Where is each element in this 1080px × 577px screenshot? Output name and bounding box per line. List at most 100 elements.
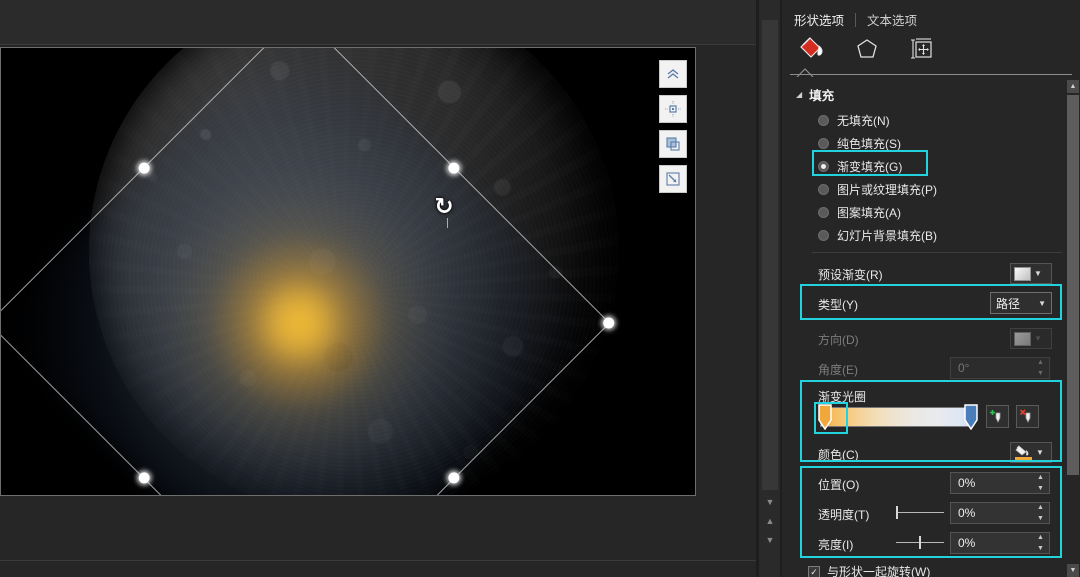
rotate-with-shape-row[interactable]: ✓ 与形状一起旋转(W) — [808, 563, 930, 577]
gradient-brightness-slider[interactable] — [896, 536, 944, 550]
radio-picture-texture-fill[interactable]: 图片或纹理填充(P) — [818, 181, 937, 198]
preset-gradient-label: 预设渐变(R) — [818, 268, 883, 282]
gradient-brightness-input[interactable]: 0% ▲ ▼ — [950, 532, 1050, 554]
slide-scroll-down-arrow[interactable]: ▼ — [762, 494, 778, 511]
rotation-handle-stem — [447, 218, 448, 228]
gradient-brightness-label: 亮度(I) — [818, 538, 854, 552]
radio-slide-background-fill[interactable]: 幻灯片背景填充(B) — [818, 227, 937, 244]
gradient-brightness-row: 亮度(I) 0% ▲ ▼ — [782, 532, 1080, 556]
pane-scroll-down-button[interactable]: ▼ — [1067, 564, 1079, 577]
remove-gradient-stop-button[interactable] — [1016, 405, 1039, 428]
gradient-angle-input: 0° ▲ ▼ — [950, 357, 1050, 379]
tab-shape-options[interactable]: 形状选项 — [792, 8, 846, 31]
fill-section-title: 填充 — [809, 89, 835, 103]
resize-icon[interactable] — [659, 165, 687, 193]
chevron-down-icon: ▼ — [1038, 298, 1046, 308]
radio-pattern-fill-label: 图案填充(A) — [837, 206, 901, 220]
pane-scrollbar-thumb[interactable] — [1067, 95, 1079, 475]
rotation-handle-icon[interactable]: ↻ — [431, 193, 457, 219]
resize-handle-ne[interactable] — [600, 315, 617, 331]
radio-pattern-fill[interactable]: 图案填充(A) — [818, 204, 901, 221]
effects-icon[interactable] — [852, 34, 882, 64]
radio-slide-background-fill-dot[interactable] — [818, 230, 829, 241]
radio-picture-texture-fill-dot[interactable] — [818, 184, 829, 195]
gradient-stop-0[interactable] — [818, 404, 833, 431]
pane-scroll-up-button[interactable]: ▲ — [1067, 80, 1079, 93]
pane-scrollbar[interactable]: ▲ ▼ — [1066, 80, 1080, 577]
layout-options-icon[interactable] — [659, 95, 687, 123]
resize-handle-s[interactable] — [136, 470, 152, 486]
gradient-type-row: 类型(Y) 路径 ▼ — [782, 292, 1080, 316]
gradient-color-picker[interactable]: ▼ — [1010, 442, 1052, 463]
gradient-type-dropdown[interactable]: 路径 ▼ — [990, 292, 1052, 314]
gradient-direction-label: 方向(D) — [818, 333, 859, 347]
fill-line-icon[interactable] — [796, 34, 826, 64]
collapse-triangle-icon: ◢ — [796, 90, 803, 99]
gradient-transparency-slider[interactable] — [896, 506, 944, 520]
slide-scrollbar-thumb[interactable] — [762, 20, 778, 490]
fill-section-header[interactable]: ◢ 填充 — [796, 85, 834, 104]
tab-text-options[interactable]: 文本选项 — [865, 8, 919, 31]
radio-solid-fill-label: 纯色填充(S) — [837, 137, 901, 151]
preset-gradient-dropdown[interactable]: ▼ — [1010, 263, 1052, 284]
slide-next-button[interactable]: ▼ — [762, 532, 778, 549]
gradient-brightness-value: 0% — [958, 536, 976, 550]
slider-track — [896, 512, 944, 513]
radio-solid-fill[interactable]: 纯色填充(S) — [818, 135, 901, 152]
gradient-stops-bar[interactable] — [818, 404, 978, 431]
gradient-color-row: 颜色(C) ▼ — [782, 442, 1080, 466]
preset-gradient-swatch — [1014, 266, 1031, 281]
format-shape-pane: 形状选项 文本选项 ◢ 填充 无填充(N) 纯色填充(S) 渐变填充(G) 图片… — [782, 0, 1080, 577]
gradient-direction-row: 方向(D) ▼ — [782, 327, 1080, 351]
radio-no-fill-dot[interactable] — [818, 115, 829, 126]
gradient-transparency-value: 0% — [958, 506, 976, 520]
gradient-transparency-label: 透明度(T) — [818, 508, 870, 522]
slider-thumb[interactable] — [919, 536, 921, 549]
gradient-position-stepper[interactable]: ▲ ▼ — [1034, 474, 1047, 492]
radio-solid-fill-dot[interactable] — [818, 138, 829, 149]
gradient-color-label: 颜色(C) — [818, 448, 859, 462]
design-ideas-icon[interactable] — [659, 60, 687, 88]
gradient-stop-1[interactable] — [964, 404, 979, 431]
workspace-top-strip — [0, 0, 756, 45]
rotate-with-shape-checkbox[interactable]: ✓ — [808, 565, 820, 577]
gradient-type-label: 类型(Y) — [818, 298, 858, 312]
gradient-position-value: 0% — [958, 476, 976, 490]
slide-floating-toolbar — [659, 60, 687, 200]
powerpoint-window: ↻ ▼ ▲ ▼ 形状选项 文本选项 ◢ 填充 无填充(N) 纯色填充(S) 渐变… — [0, 0, 1080, 577]
fill-bucket-icon — [1014, 444, 1034, 461]
radio-pattern-fill-dot[interactable] — [818, 207, 829, 218]
pane-icon-underline — [790, 74, 1072, 75]
slide-scrollbar[interactable]: ▼ ▲ ▼ — [758, 0, 780, 577]
gradient-transparency-input[interactable]: 0% ▲ ▼ — [950, 502, 1050, 524]
radio-gradient-fill-dot[interactable] — [818, 161, 829, 172]
slider-thumb[interactable] — [896, 506, 898, 519]
arrange-icon[interactable] — [659, 130, 687, 158]
gradient-angle-value: 0° — [958, 361, 970, 375]
radio-no-fill[interactable]: 无填充(N) — [818, 112, 890, 129]
gradient-transparency-stepper[interactable]: ▲ ▼ — [1034, 504, 1047, 522]
gradient-direction-swatch — [1014, 331, 1031, 346]
chevron-down-icon: ▼ — [1034, 334, 1042, 343]
gradient-brightness-stepper[interactable]: ▲ ▼ — [1034, 534, 1047, 552]
radio-no-fill-label: 无填充(N) — [837, 114, 890, 128]
radio-gradient-fill-label: 渐变填充(G) — [837, 160, 903, 174]
workspace-bottom-rule — [0, 560, 756, 561]
chevron-down-icon: ▼ — [1036, 448, 1044, 457]
slide-previous-button[interactable]: ▲ — [762, 513, 778, 530]
radio-gradient-fill[interactable]: 渐变填充(G) — [818, 158, 902, 175]
gradient-direction-dropdown: ▼ — [1010, 328, 1052, 349]
pane-scroll-content: ◢ 填充 无填充(N) 纯色填充(S) 渐变填充(G) 图片或纹理填充(P) 图… — [782, 80, 1080, 577]
rotate-with-shape-label: 与形状一起旋转(W) — [827, 565, 931, 577]
size-properties-icon[interactable] — [908, 34, 938, 64]
gradient-angle-stepper: ▲ ▼ — [1037, 359, 1044, 377]
gradient-angle-row: 角度(E) 0° ▲ ▼ — [782, 357, 1080, 381]
preset-gradient-row: 预设渐变(R) ▼ — [782, 262, 1080, 286]
add-gradient-stop-button[interactable] — [986, 405, 1009, 428]
gradient-position-label: 位置(O) — [818, 478, 860, 492]
pane-property-icons — [796, 34, 938, 64]
tab-separator — [855, 12, 857, 27]
gradient-position-input[interactable]: 0% ▲ ▼ — [950, 472, 1050, 494]
gradient-type-value: 路径 — [996, 296, 1021, 311]
slide-canvas[interactable]: ↻ — [0, 47, 696, 496]
